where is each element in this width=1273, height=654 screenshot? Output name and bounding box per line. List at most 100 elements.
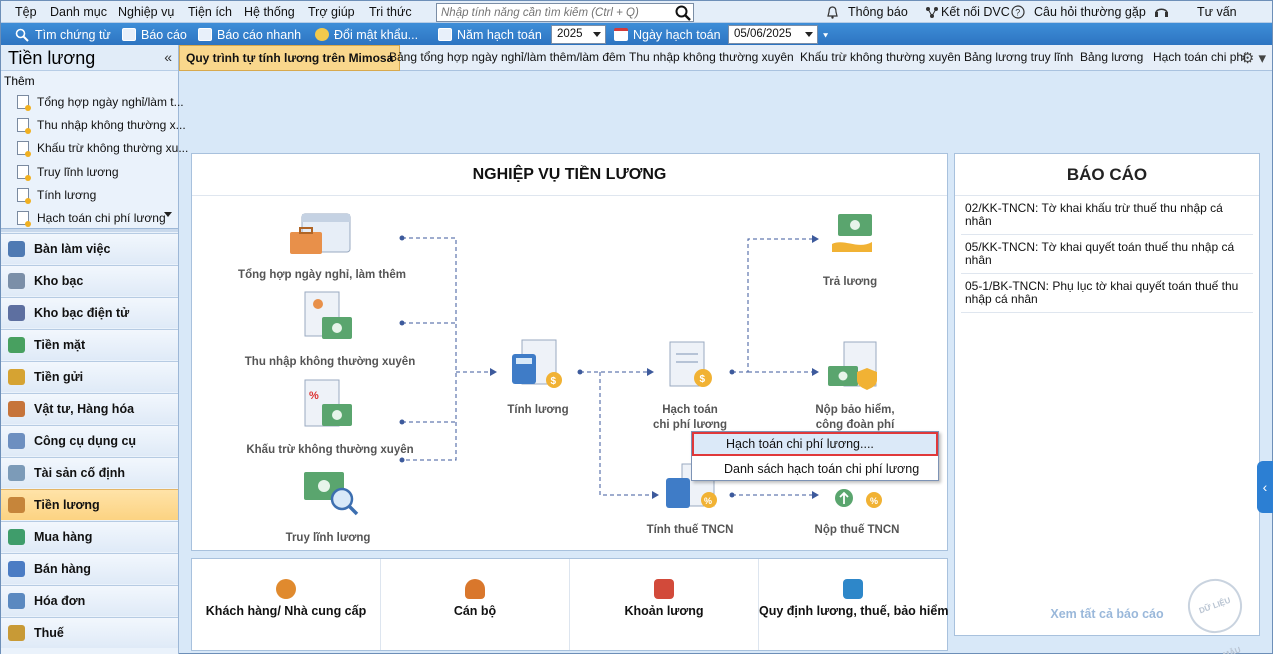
menu-he-thong[interactable]: Hệ thống <box>244 5 295 19</box>
tab-thu-nhap[interactable]: Thu nhập không thường xuyên <box>629 45 794 71</box>
menu-tep[interactable]: Tệp <box>15 5 37 19</box>
report-item-02kk[interactable]: 02/KK-TNCN: Tờ khai khấu trừ thuế thu nh… <box>961 196 1253 235</box>
node-tinh-thue[interactable]: Tính thuế TNCN <box>637 524 743 536</box>
search-icon[interactable] <box>675 5 691 21</box>
panel-splitter[interactable] <box>1 228 178 232</box>
nav-kho-bac[interactable]: Kho bạc <box>1 265 178 296</box>
nav-ban-lam-viec[interactable]: Bàn làm việc <box>1 233 178 264</box>
lp-item-hach-toan[interactable]: Hạch toán chi phí lương <box>17 211 166 227</box>
menu-item-danh-sach-hach-toan[interactable]: Danh sách hạch toán chi phí lương <box>692 457 938 481</box>
lp-item-tinh-luong[interactable]: Tính lương <box>17 188 96 204</box>
node-nop-bao-hiem-line2[interactable]: công đoàn phí <box>802 419 908 431</box>
node-truy-linh[interactable]: Truy lĩnh lương <box>272 532 384 544</box>
advice-link[interactable]: Tư vấn <box>1197 5 1237 19</box>
process-flow-diagram: % $ $ % % <box>290 213 882 516</box>
tab-bang-luong[interactable]: Bảng lương <box>1080 45 1143 71</box>
tab-bang-tong-hop[interactable]: Bảng tổng hợp ngày nghỉ/làm thêm/làm đêm <box>389 45 626 71</box>
quick-quy-dinh[interactable]: Quy định lương, thuế, bảo hiểm <box>759 559 949 650</box>
menu-nghiep-vu[interactable]: Nghiệp vụ <box>118 5 174 19</box>
report-item-05kk[interactable]: 05/KK-TNCN: Tờ khai quyết toán thuế thu … <box>961 235 1253 274</box>
node-nop-thue[interactable]: Nộp thuế TNCN <box>802 524 912 536</box>
report-item-05-1bk[interactable]: 05-1/BK-TNCN: Phụ lục tờ khai quyết toán… <box>961 274 1253 313</box>
menu-tro-giup[interactable]: Trợ giúp <box>308 5 355 19</box>
nav-label: Kho bạc <box>34 274 84 288</box>
quick-can-bo[interactable]: Cán bộ <box>381 559 570 650</box>
node-hach-toan-line1[interactable]: Hạch toán <box>642 404 738 416</box>
quick-khach-hang[interactable]: Khách hàng/ Nhà cung cấp <box>192 559 381 650</box>
nav-cong-cu[interactable]: Công cụ dụng cụ <box>1 425 178 456</box>
lp-item-khau-tru[interactable]: Khấu trừ không thường xu... <box>17 141 188 157</box>
fiscal-year-select[interactable]: 2025 <box>551 25 606 44</box>
nav-vat-tu[interactable]: Vật tư, Hàng hóa <box>1 393 178 424</box>
customers-icon <box>276 579 296 599</box>
report-button[interactable]: Báo cáo <box>122 26 187 43</box>
lp-item-tong-hop[interactable]: Tổng hợp ngày nghỉ/làm t... <box>17 95 184 111</box>
nav-hoa-don[interactable]: Hóa đơn <box>1 585 178 616</box>
tab-quy-trinh[interactable]: Quy trình tự tính lương trên Mimosa <box>179 45 401 71</box>
nav-label: Kho bạc điện tử <box>34 306 130 320</box>
them-label: Thêm <box>4 74 35 88</box>
side-expand-tab[interactable]: ‹ <box>1257 461 1273 513</box>
nav-label: Tiền lương <box>34 498 100 512</box>
nav-ban-hang[interactable]: Bán hàng <box>1 553 178 584</box>
toolbar-overflow-icon[interactable]: ⯆ <box>822 31 829 42</box>
left-panel-title: Tiền lương <box>8 48 96 68</box>
find-voucher-button[interactable]: Tìm chứng từ <box>15 26 111 43</box>
search-input[interactable] <box>437 4 669 21</box>
connect-dvc-link[interactable]: Kết nối DVC <box>941 5 1010 19</box>
gear-icon[interactable]: ⚙ ▾ <box>1241 49 1266 67</box>
node-tinh-luong[interactable]: Tính lương <box>492 404 584 416</box>
posting-date-label: Ngày hạch toán <box>633 27 721 42</box>
menu-item-hach-toan-chi-phi-luong[interactable]: Hạch toán chi phí lương.... <box>692 432 938 456</box>
view-all-reports-link[interactable]: Xem tất cả báo cáo <box>955 607 1259 621</box>
lp-item-label: Tổng hợp ngày nghỉ/làm t... <box>37 95 184 109</box>
menu-tri-thuc[interactable]: Tri thức <box>369 5 412 19</box>
key-icon <box>315 28 329 41</box>
scroll-down-icon[interactable] <box>164 212 172 217</box>
calendar-icon <box>438 28 452 41</box>
nav-tien-gui[interactable]: Tiền gửi <box>1 361 178 392</box>
collapse-icon[interactable]: « <box>164 49 172 65</box>
tab-truy-linh[interactable]: Bảng lương truy lĩnh <box>964 45 1073 71</box>
node-khau-tru[interactable]: Khấu trừ không thường xuyên <box>232 444 428 456</box>
faq-link[interactable]: Câu hỏi thường gặp <box>1034 5 1146 19</box>
node-tra-luong[interactable]: Trả lương <box>807 276 893 288</box>
lp-item-truy-linh[interactable]: Truy lĩnh lương <box>17 165 119 181</box>
goods-icon <box>8 401 25 417</box>
sales-icon <box>8 561 25 577</box>
node-hach-toan-line2[interactable]: chi phí lương <box>642 419 738 431</box>
nav-thue[interactable]: Thuế <box>1 617 178 648</box>
svg-text:%: % <box>309 390 319 402</box>
calendar-date-icon <box>614 28 628 41</box>
deposit-icon <box>8 369 25 385</box>
menu-bar: Tệp Danh mục Nghiệp vụ Tiện ích Hệ thống… <box>1 1 1272 23</box>
document-icon <box>17 188 31 204</box>
nav-tien-mat[interactable]: Tiền mặt <box>1 329 178 360</box>
quick-label: Quy định lương, thuế, bảo hiểm <box>759 604 949 618</box>
menu-tien-ich[interactable]: Tiện ích <box>188 5 232 19</box>
notify-link[interactable]: Thông báo <box>848 5 908 19</box>
node-tong-hop[interactable]: Tổng hợp ngày nghỉ, làm thêm <box>232 269 412 281</box>
tab-khau-tru[interactable]: Khấu trừ không thường xuyên <box>800 45 961 71</box>
tax-payment-icon: % <box>835 489 882 508</box>
nav-mua-hang[interactable]: Mua hàng <box>1 521 178 552</box>
lp-item-thu-nhap[interactable]: Thu nhập không thường x... <box>17 118 186 134</box>
report-panel: BÁO CÁO 02/KK-TNCN: Tờ khai khấu trừ thu… <box>954 153 1260 654</box>
menu-danh-muc[interactable]: Danh mục <box>50 5 107 19</box>
nav-label: Tiền gửi <box>34 370 84 384</box>
node-nop-bao-hiem-line1[interactable]: Nộp bảo hiểm, <box>802 404 908 416</box>
posting-date-value: 05/06/2025 <box>734 28 792 40</box>
posting-date-input[interactable]: 05/06/2025 <box>728 25 818 44</box>
nav-tien-luong[interactable]: Tiền lương <box>1 489 178 520</box>
nav-tai-san[interactable]: Tài sản cố định <box>1 457 178 488</box>
document-icon <box>17 211 31 227</box>
fiscal-year-label-wrap: Năm hạch toán <box>438 26 542 43</box>
tab-hach-toan[interactable]: Hạch toán chi phí <box>1153 45 1246 71</box>
quick-report-button[interactable]: Báo cáo nhanh <box>198 26 301 43</box>
quick-khoan-luong[interactable]: Khoản lương <box>570 559 759 650</box>
change-password-button[interactable]: Đổi mật khẩu... <box>315 26 418 43</box>
svg-text:%: % <box>870 496 878 506</box>
change-password-label: Đổi mật khẩu... <box>334 27 419 42</box>
nav-kho-bac-dien-tu[interactable]: Kho bạc điện tử <box>1 297 178 328</box>
node-thu-nhap[interactable]: Thu nhập không thường xuyên <box>232 356 428 368</box>
